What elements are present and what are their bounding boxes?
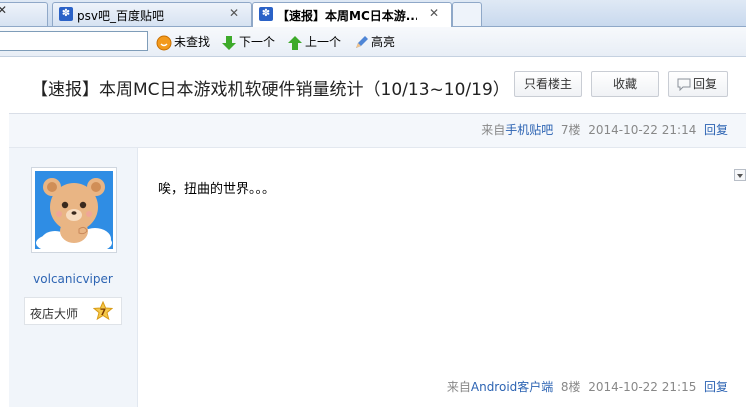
source-prefix: 来自 [481,123,506,137]
bear-avatar-icon [35,171,113,255]
reply-bubble-icon [677,78,691,91]
reply-button-label: 回复 [692,77,717,91]
find-next-label: 下一个 [239,35,276,49]
post-content: 唉，扭曲的世界。。。 [158,182,276,197]
only-op-button[interactable]: 只看楼主 [514,71,582,97]
find-bar: 未查找 下一个 上一个 高亮 [0,27,746,57]
thread-header: 【速报】本周MC日本游戏机软硬件销量统计（10/13~10/19） 只看楼主 收… [9,57,746,114]
close-icon[interactable]: ✕ [0,3,7,17]
username-link[interactable]: volcanicviper [9,272,137,286]
rank-title: 夜店大师 [30,307,79,321]
source-link[interactable]: 手机贴吧 [505,123,553,137]
floor-number: 7楼 [560,123,581,137]
post-time: 2014-10-22 21:14 [588,123,697,137]
browser-tab-strip: ✕ ✽ psv吧_百度贴吧 ✕ ✽ 【速报】本周MC日本游... ✕ [0,0,746,27]
favorite-button[interactable]: 收藏 [591,71,659,97]
user-rank-badge[interactable]: 夜店大师 7 [24,297,122,325]
thread-title: 【速报】本周MC日本游戏机软硬件销量统计（10/13~10/19） [31,80,510,100]
reply-button[interactable]: 回复 [668,71,728,97]
find-prev-label: 上一个 [305,35,342,49]
tab-title: 【速报】本周MC日本游... [277,9,417,23]
close-icon[interactable]: ✕ [229,6,239,20]
highlight-label: 高亮 [371,35,396,49]
highlight-button[interactable]: 高亮 [353,33,395,51]
orange-circle-icon [156,35,172,50]
find-prev-button[interactable]: 上一个 [287,33,341,51]
source-link[interactable]: Android客户端 [471,380,553,394]
pencil-icon [356,35,368,48]
source-prefix: 来自 [446,380,471,394]
tab-active-thread[interactable]: ✽ 【速报】本周MC日本游... ✕ [252,2,452,27]
chevron-down-icon [737,174,743,178]
post-time: 2014-10-22 21:15 [588,380,697,394]
new-tab-button[interactable] [452,2,482,26]
post-meta: 来自手机贴吧 7楼 2014-10-22 21:14 回复 [481,121,728,138]
paw-icon: ✽ [259,7,273,21]
tab-psv-bar[interactable]: ✽ psv吧_百度贴吧 ✕ [52,2,252,26]
paw-icon: ✽ [59,7,73,21]
level-star-icon: 7 [93,301,113,321]
avatar[interactable] [31,167,117,255]
down-arrow-icon [222,35,236,50]
post-reply-link[interactable]: 回复 [704,380,728,394]
up-arrow-icon [288,35,302,50]
post-reply-link[interactable]: 回复 [704,123,728,137]
author-panel: volcanicviper 夜店大师 7 [9,148,138,407]
find-status: 未查找 [156,33,210,51]
find-status-label: 未查找 [174,35,211,49]
find-next-button[interactable]: 下一个 [221,33,275,51]
tab-title: psv吧_百度贴吧 [77,9,164,23]
close-icon[interactable]: ✕ [429,6,439,20]
floor-number: 8楼 [560,380,581,394]
post-menu-toggle[interactable] [734,169,746,181]
post-footer-floor7: 来自手机贴吧 7楼 2014-10-22 21:14 回复 [9,114,746,148]
post-meta-floor8: 来自Android客户端 8楼 2014-10-22 21:15 回复 [447,378,728,395]
level-number: 7 [100,308,106,318]
tab-partial[interactable]: ✕ [0,2,48,26]
find-input[interactable] [0,31,148,51]
